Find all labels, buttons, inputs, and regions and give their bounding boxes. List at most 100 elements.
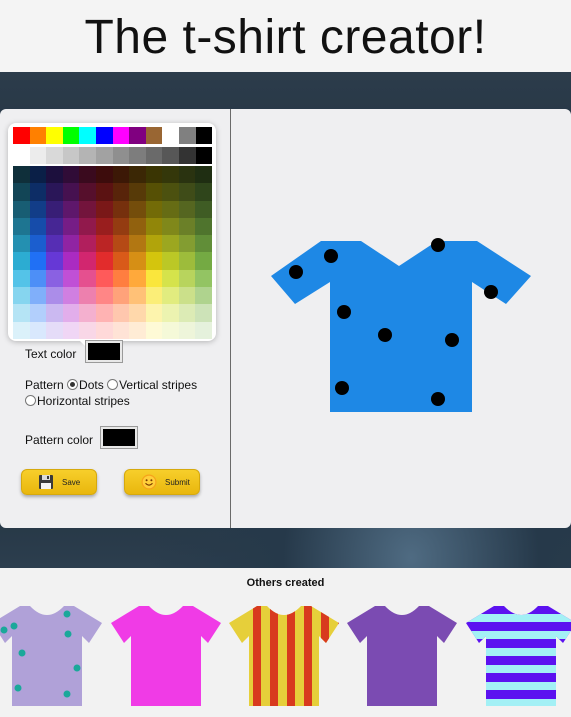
grid-color-swatch[interactable] xyxy=(145,269,163,288)
gray-color-swatch-8[interactable] xyxy=(145,147,163,164)
basic-color-swatch-2[interactable] xyxy=(46,127,63,144)
grid-color-swatch[interactable] xyxy=(178,217,196,236)
grid-color-swatch[interactable] xyxy=(62,321,80,339)
gray-color-swatch-0[interactable] xyxy=(13,147,30,164)
gray-colors-row[interactable] xyxy=(13,147,213,164)
grid-color-swatch[interactable] xyxy=(112,287,130,305)
gray-color-swatch-2[interactable] xyxy=(46,147,63,164)
basic-color-swatch-10[interactable] xyxy=(178,127,196,144)
grid-color-swatch[interactable] xyxy=(162,217,179,236)
gallery-shirt-1[interactable] xyxy=(0,606,102,706)
grid-color-swatch[interactable] xyxy=(13,321,30,339)
gray-color-swatch-6[interactable] xyxy=(112,147,130,164)
grid-color-swatch[interactable] xyxy=(195,304,212,322)
grid-color-swatch[interactable] xyxy=(162,269,179,288)
pattern-color-swatch[interactable] xyxy=(101,427,137,448)
grid-color-swatch[interactable] xyxy=(29,287,47,305)
grid-color-swatch[interactable] xyxy=(29,269,47,288)
grid-color-swatch[interactable] xyxy=(145,200,163,218)
grid-color-swatch[interactable] xyxy=(13,235,30,253)
grid-color-swatch[interactable] xyxy=(46,166,63,184)
grid-color-swatch[interactable] xyxy=(62,304,80,322)
grid-color-swatch[interactable] xyxy=(95,166,113,184)
grid-color-swatch[interactable] xyxy=(129,217,146,236)
radio-dots[interactable]: Dots xyxy=(67,378,104,392)
grid-color-swatch[interactable] xyxy=(145,183,163,201)
grid-color-swatch[interactable] xyxy=(29,235,47,253)
grid-color-swatch[interactable] xyxy=(112,183,130,201)
grid-color-swatch[interactable] xyxy=(195,166,212,184)
grid-color-swatch[interactable] xyxy=(46,304,63,322)
grid-color-swatch[interactable] xyxy=(46,252,63,270)
grid-color-swatch[interactable] xyxy=(178,304,196,322)
grid-color-swatch[interactable] xyxy=(178,269,196,288)
grid-color-swatch[interactable] xyxy=(62,183,80,201)
gray-color-swatch-3[interactable] xyxy=(62,147,80,164)
grid-color-swatch[interactable] xyxy=(13,304,30,322)
radio-horizontal-stripes-button[interactable] xyxy=(25,395,36,406)
grid-color-swatch[interactable] xyxy=(13,217,30,236)
grid-color-swatch[interactable] xyxy=(95,183,113,201)
grid-color-swatch[interactable] xyxy=(162,200,179,218)
grid-color-swatch[interactable] xyxy=(129,166,146,184)
grid-color-swatch[interactable] xyxy=(178,183,196,201)
grid-color-swatch[interactable] xyxy=(145,217,163,236)
grid-color-swatch[interactable] xyxy=(129,269,146,288)
radio-vertical-stripes[interactable]: Vertical stripes xyxy=(107,378,197,392)
grid-color-swatch[interactable] xyxy=(95,200,113,218)
radio-horizontal-stripes[interactable]: Horizontal stripes xyxy=(25,394,130,408)
grid-color-swatch[interactable] xyxy=(79,304,96,322)
grid-color-swatch[interactable] xyxy=(129,287,146,305)
grid-color-swatch[interactable] xyxy=(162,166,179,184)
grid-color-swatch[interactable] xyxy=(112,252,130,270)
grid-color-swatch[interactable] xyxy=(145,321,163,339)
grid-color-swatch[interactable] xyxy=(13,287,30,305)
grid-color-swatch[interactable] xyxy=(145,304,163,322)
grid-color-swatch[interactable] xyxy=(162,235,179,253)
grid-color-swatch[interactable] xyxy=(129,252,146,270)
grid-color-swatch[interactable] xyxy=(79,200,96,218)
grid-color-swatch[interactable] xyxy=(79,166,96,184)
grid-color-swatch[interactable] xyxy=(62,217,80,236)
grid-color-swatch[interactable] xyxy=(79,217,96,236)
grid-color-swatch[interactable] xyxy=(62,235,80,253)
grid-color-swatch[interactable] xyxy=(62,269,80,288)
grid-color-swatch[interactable] xyxy=(178,287,196,305)
grid-color-swatch[interactable] xyxy=(13,166,30,184)
basic-color-swatch-1[interactable] xyxy=(29,127,47,144)
grid-color-swatch[interactable] xyxy=(112,321,130,339)
grid-color-swatch[interactable] xyxy=(79,321,96,339)
basic-color-swatch-0[interactable] xyxy=(13,127,30,144)
grid-color-swatch[interactable] xyxy=(13,269,30,288)
save-button[interactable]: Save xyxy=(21,469,97,495)
grid-color-swatch[interactable] xyxy=(145,287,163,305)
grid-color-swatch[interactable] xyxy=(195,287,212,305)
gray-color-swatch-1[interactable] xyxy=(29,147,47,164)
basic-colors-row[interactable] xyxy=(13,127,213,144)
grid-color-swatch[interactable] xyxy=(79,183,96,201)
grid-color-swatch[interactable] xyxy=(79,287,96,305)
grid-color-swatch[interactable] xyxy=(62,252,80,270)
grid-color-swatch[interactable] xyxy=(95,304,113,322)
color-grid[interactable] xyxy=(13,166,212,339)
radio-horizontal-stripes-label[interactable]: Horizontal stripes xyxy=(37,394,130,408)
grid-color-swatch[interactable] xyxy=(162,183,179,201)
radio-dots-label[interactable]: Dots xyxy=(79,378,104,392)
radio-dots-button[interactable] xyxy=(67,379,79,390)
grid-color-swatch[interactable] xyxy=(46,217,63,236)
grid-color-swatch[interactable] xyxy=(62,287,80,305)
basic-color-swatch-5[interactable] xyxy=(95,127,113,144)
grid-color-swatch[interactable] xyxy=(178,321,196,339)
submit-button[interactable]: Submit xyxy=(124,469,200,495)
grid-color-swatch[interactable] xyxy=(112,269,130,288)
grid-color-swatch[interactable] xyxy=(95,269,113,288)
grid-color-swatch[interactable] xyxy=(46,183,63,201)
grid-color-swatch[interactable] xyxy=(112,166,130,184)
gray-color-swatch-9[interactable] xyxy=(162,147,179,164)
gray-color-swatch-5[interactable] xyxy=(95,147,113,164)
grid-color-swatch[interactable] xyxy=(112,235,130,253)
gallery-shirt-4[interactable] xyxy=(347,606,457,706)
grid-color-swatch[interactable] xyxy=(162,304,179,322)
grid-color-swatch[interactable] xyxy=(145,235,163,253)
grid-color-swatch[interactable] xyxy=(29,166,47,184)
